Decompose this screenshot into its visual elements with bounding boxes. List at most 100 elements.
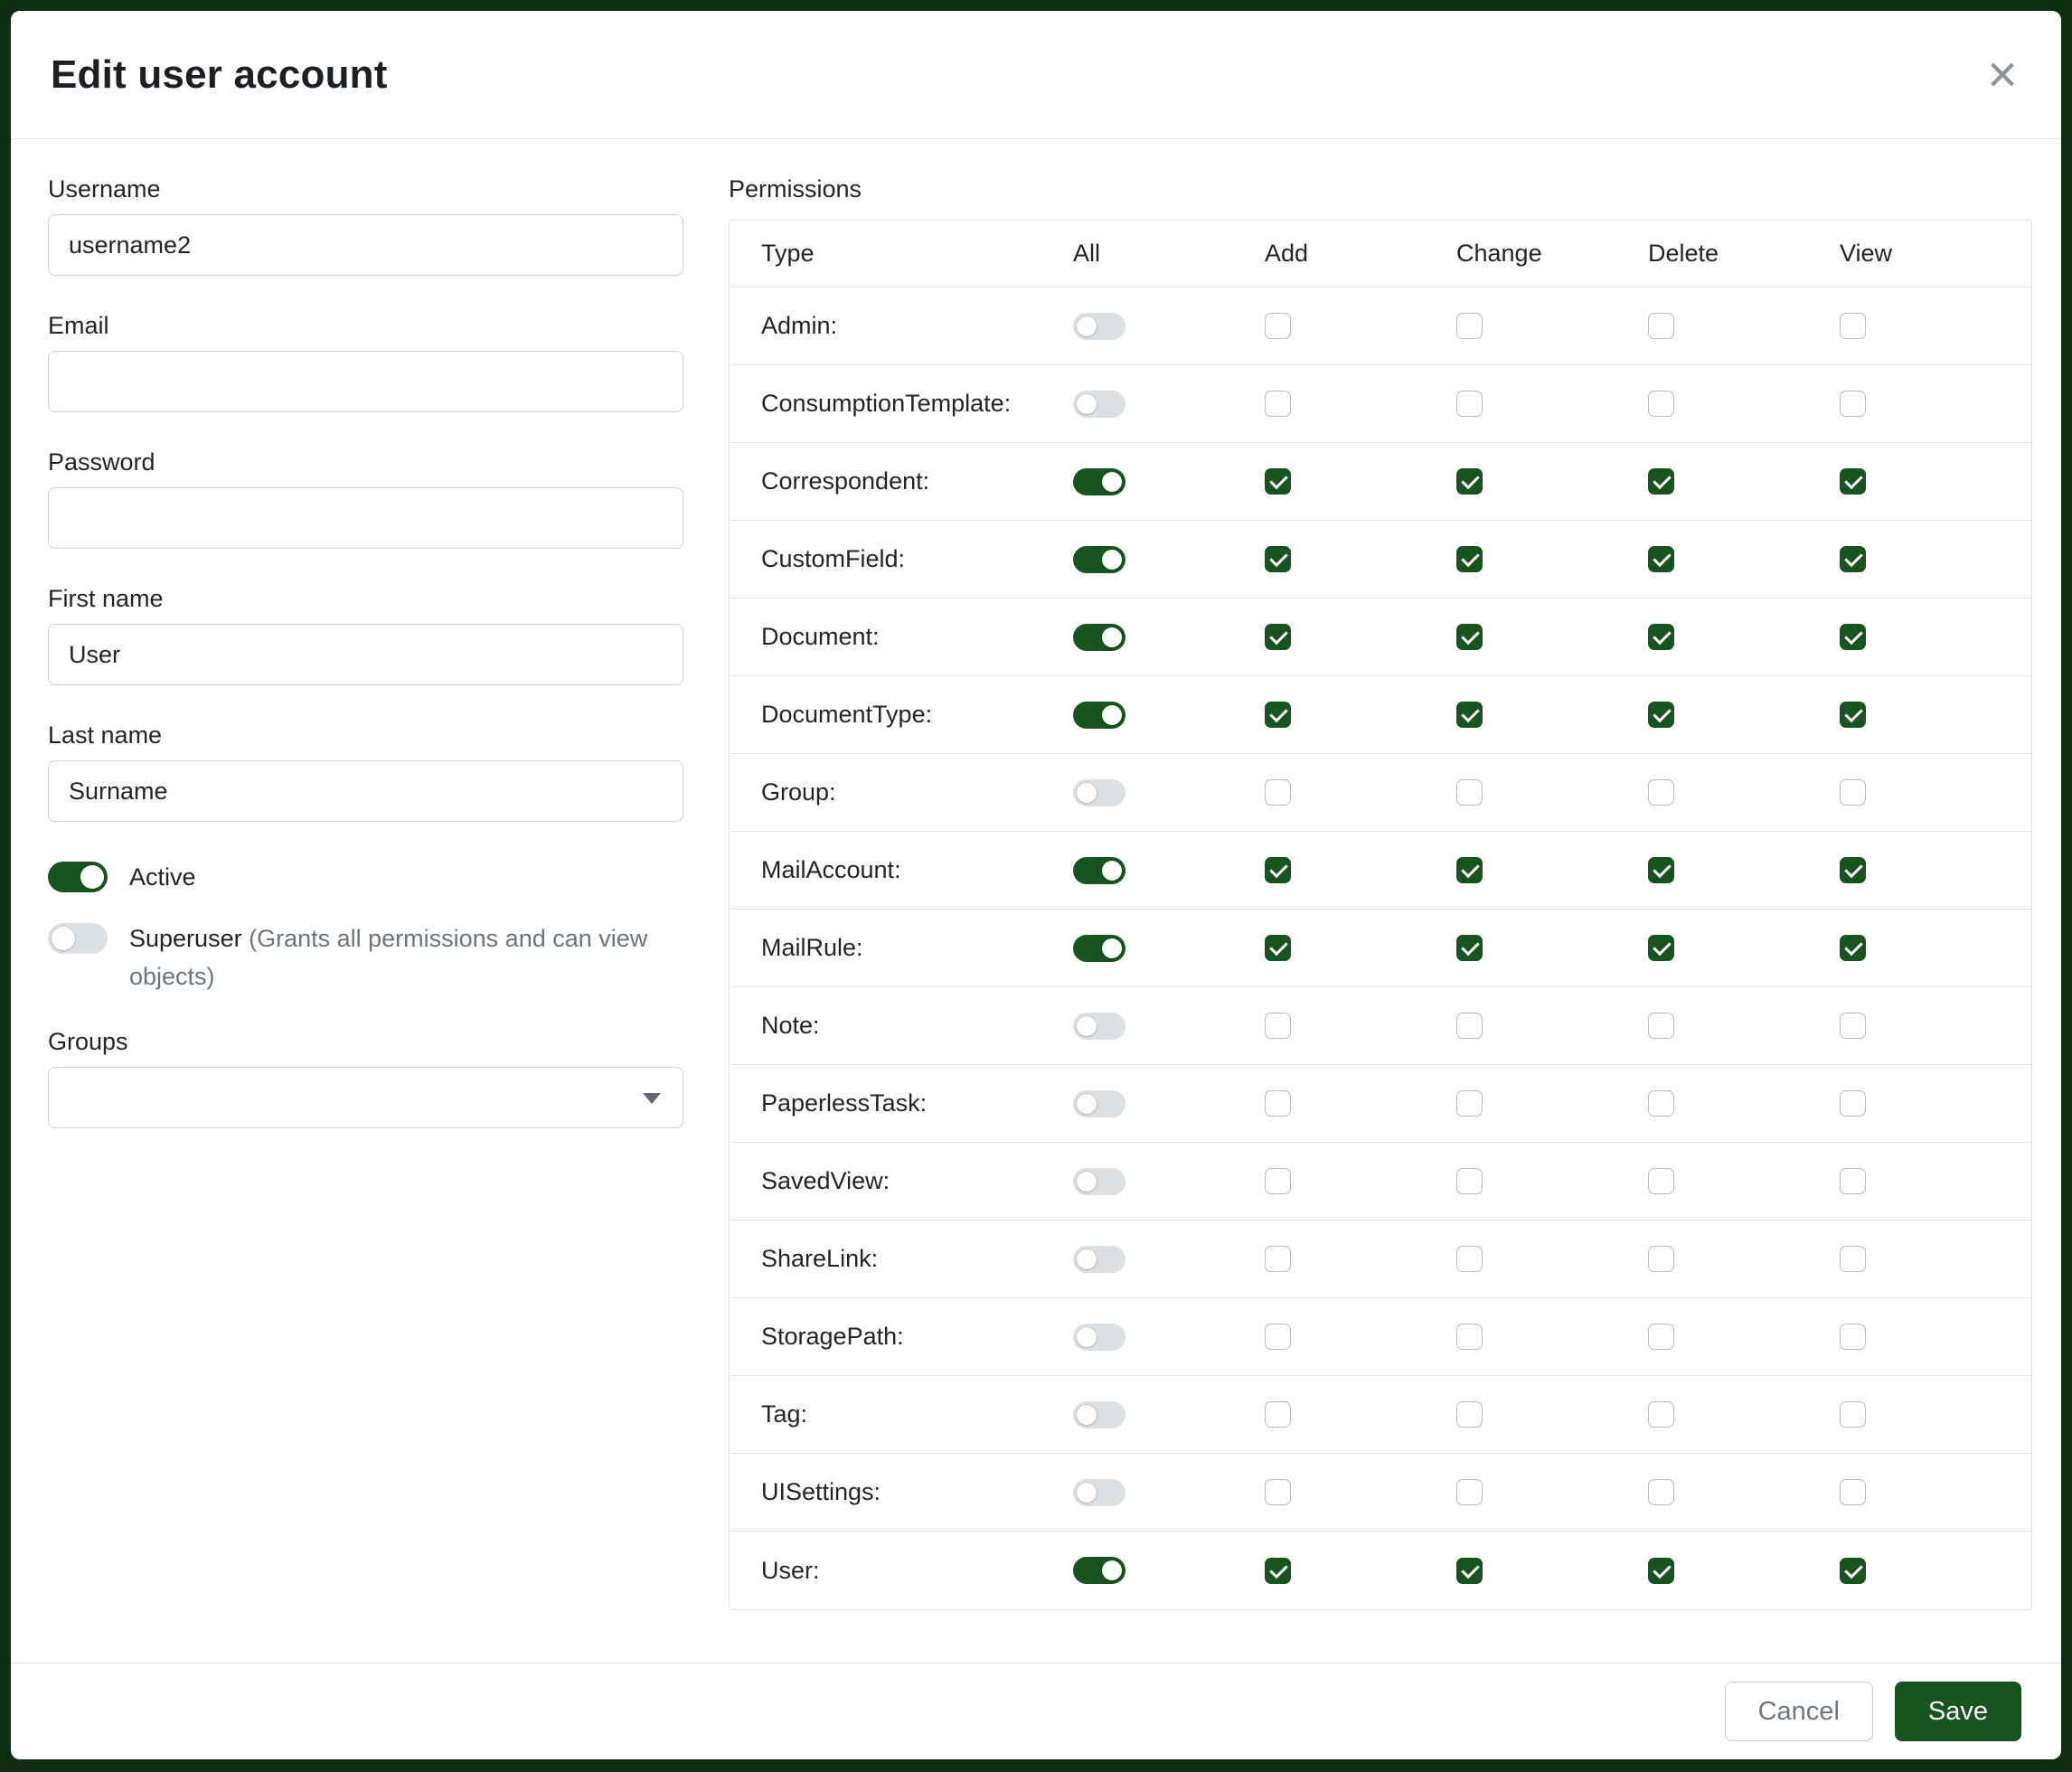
permission-delete-checkbox[interactable] <box>1648 1324 1674 1350</box>
permission-view-checkbox[interactable] <box>1840 1324 1866 1350</box>
table-row: ConsumptionTemplate: <box>730 365 2031 443</box>
first-name-input[interactable] <box>48 624 683 685</box>
permission-delete-checkbox[interactable] <box>1648 935 1674 961</box>
permission-add-checkbox[interactable] <box>1265 1401 1291 1428</box>
permission-all-toggle[interactable] <box>1073 546 1125 573</box>
permission-view-checkbox[interactable] <box>1840 1479 1866 1505</box>
permission-change-checkbox[interactable] <box>1456 857 1483 883</box>
permission-change-checkbox[interactable] <box>1456 1324 1483 1350</box>
permission-all-toggle[interactable] <box>1073 702 1125 729</box>
permission-delete-checkbox[interactable] <box>1648 1558 1674 1584</box>
permission-add-checkbox[interactable] <box>1265 546 1291 572</box>
permission-add-checkbox[interactable] <box>1265 779 1291 806</box>
permission-all-toggle[interactable] <box>1073 1557 1125 1584</box>
permission-add-checkbox[interactable] <box>1265 391 1291 417</box>
permission-all-toggle[interactable] <box>1073 313 1125 340</box>
groups-select[interactable] <box>48 1067 683 1128</box>
username-input[interactable] <box>48 214 683 276</box>
cancel-button[interactable]: Cancel <box>1725 1682 1873 1741</box>
permission-add-checkbox[interactable] <box>1265 1168 1291 1194</box>
permission-add-checkbox[interactable] <box>1265 1558 1291 1584</box>
permission-all-toggle[interactable] <box>1073 779 1125 806</box>
permission-view-checkbox[interactable] <box>1840 857 1866 883</box>
permission-delete-checkbox[interactable] <box>1648 1479 1674 1505</box>
permission-all-toggle[interactable] <box>1073 1168 1125 1195</box>
permission-change-checkbox[interactable] <box>1456 468 1483 495</box>
permission-view-checkbox[interactable] <box>1840 935 1866 961</box>
permission-add-checkbox[interactable] <box>1265 857 1291 883</box>
permission-view-checkbox[interactable] <box>1840 1090 1866 1117</box>
permission-all-toggle[interactable] <box>1073 468 1125 495</box>
permission-all-toggle[interactable] <box>1073 1479 1125 1506</box>
column-header-delete: Delete <box>1648 240 1840 268</box>
permission-change-checkbox[interactable] <box>1456 1013 1483 1039</box>
last-name-input[interactable] <box>48 760 683 822</box>
permission-add-checkbox[interactable] <box>1265 624 1291 650</box>
permission-delete-checkbox[interactable] <box>1648 1168 1674 1194</box>
permission-all-toggle[interactable] <box>1073 1324 1125 1351</box>
permission-change-checkbox[interactable] <box>1456 1401 1483 1428</box>
permission-change-checkbox[interactable] <box>1456 1090 1483 1117</box>
permission-add-checkbox[interactable] <box>1265 468 1291 495</box>
permission-change-checkbox[interactable] <box>1456 624 1483 650</box>
permission-delete-checkbox[interactable] <box>1648 546 1674 572</box>
permission-delete-checkbox[interactable] <box>1648 624 1674 650</box>
permission-delete-checkbox[interactable] <box>1648 857 1674 883</box>
permission-delete-checkbox[interactable] <box>1648 313 1674 339</box>
permission-delete-checkbox[interactable] <box>1648 1246 1674 1272</box>
permission-delete-checkbox[interactable] <box>1648 1090 1674 1117</box>
permission-delete-checkbox[interactable] <box>1648 1401 1674 1428</box>
permission-type-label: MailRule: <box>730 934 1073 962</box>
permission-view-checkbox[interactable] <box>1840 546 1866 572</box>
permission-all-toggle[interactable] <box>1073 857 1125 884</box>
email-field[interactable] <box>48 351 683 412</box>
permission-delete-checkbox[interactable] <box>1648 468 1674 495</box>
password-field[interactable] <box>48 487 683 549</box>
superuser-toggle[interactable] <box>48 923 108 954</box>
permission-add-checkbox[interactable] <box>1265 1479 1291 1505</box>
permission-change-checkbox[interactable] <box>1456 779 1483 806</box>
permission-all-toggle[interactable] <box>1073 624 1125 651</box>
permission-view-checkbox[interactable] <box>1840 1558 1866 1584</box>
dialog-title: Edit user account <box>51 52 388 98</box>
permission-change-checkbox[interactable] <box>1456 391 1483 417</box>
permission-view-checkbox[interactable] <box>1840 313 1866 339</box>
permission-add-checkbox[interactable] <box>1265 1013 1291 1039</box>
permission-add-checkbox[interactable] <box>1265 935 1291 961</box>
permission-change-checkbox[interactable] <box>1456 1558 1483 1584</box>
permission-view-checkbox[interactable] <box>1840 468 1866 495</box>
permission-add-checkbox[interactable] <box>1265 702 1291 728</box>
permission-view-checkbox[interactable] <box>1840 624 1866 650</box>
permission-add-checkbox[interactable] <box>1265 1324 1291 1350</box>
permission-all-toggle[interactable] <box>1073 1246 1125 1273</box>
permission-view-checkbox[interactable] <box>1840 1168 1866 1194</box>
permission-change-checkbox[interactable] <box>1456 702 1483 728</box>
permission-view-checkbox[interactable] <box>1840 779 1866 806</box>
permission-change-checkbox[interactable] <box>1456 1246 1483 1272</box>
permission-view-checkbox[interactable] <box>1840 702 1866 728</box>
permission-all-toggle[interactable] <box>1073 935 1125 962</box>
permission-change-checkbox[interactable] <box>1456 546 1483 572</box>
permission-add-checkbox[interactable] <box>1265 1246 1291 1272</box>
permission-change-checkbox[interactable] <box>1456 1479 1483 1505</box>
close-button[interactable]: × <box>1983 49 2021 101</box>
permission-all-toggle[interactable] <box>1073 391 1125 418</box>
permission-delete-checkbox[interactable] <box>1648 702 1674 728</box>
permission-delete-checkbox[interactable] <box>1648 1013 1674 1039</box>
permission-view-checkbox[interactable] <box>1840 391 1866 417</box>
permission-change-checkbox[interactable] <box>1456 1168 1483 1194</box>
permission-all-toggle[interactable] <box>1073 1401 1125 1428</box>
permission-view-checkbox[interactable] <box>1840 1246 1866 1272</box>
permission-change-checkbox[interactable] <box>1456 313 1483 339</box>
permission-add-checkbox[interactable] <box>1265 1090 1291 1117</box>
permission-add-checkbox[interactable] <box>1265 313 1291 339</box>
permission-delete-checkbox[interactable] <box>1648 779 1674 806</box>
permission-view-checkbox[interactable] <box>1840 1401 1866 1428</box>
permission-view-checkbox[interactable] <box>1840 1013 1866 1039</box>
permission-all-toggle[interactable] <box>1073 1090 1125 1117</box>
active-toggle[interactable] <box>48 862 108 892</box>
save-button[interactable]: Save <box>1895 1682 2021 1741</box>
permission-delete-checkbox[interactable] <box>1648 391 1674 417</box>
permission-all-toggle[interactable] <box>1073 1013 1125 1040</box>
permission-change-checkbox[interactable] <box>1456 935 1483 961</box>
